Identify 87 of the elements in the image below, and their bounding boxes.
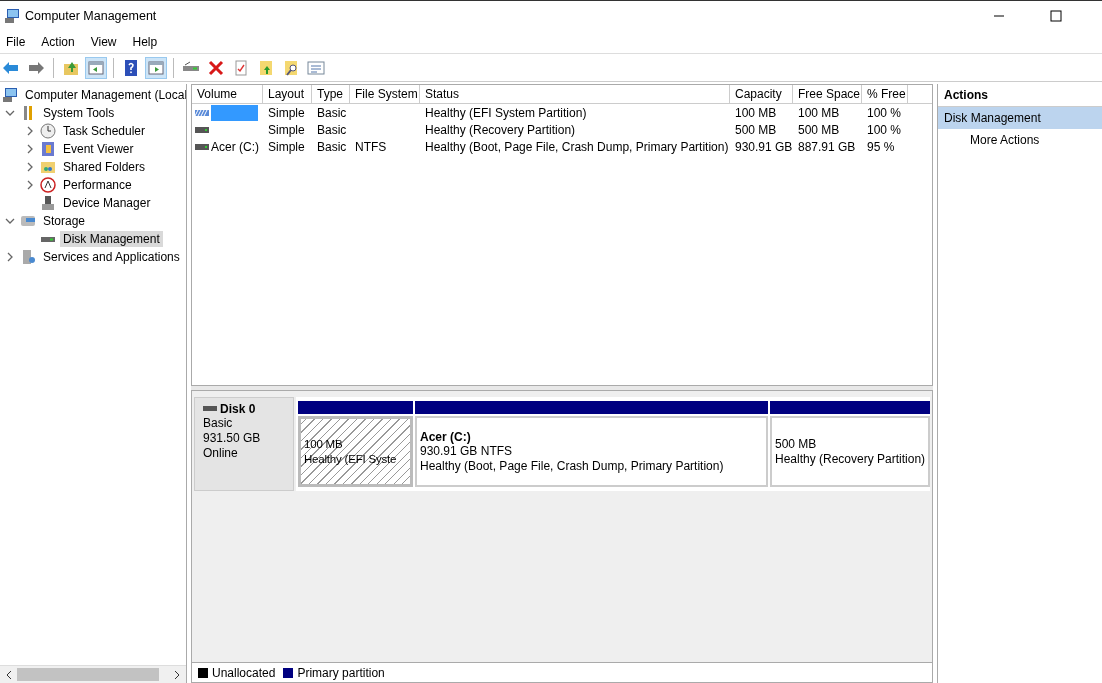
column-header[interactable]: Capacity (730, 85, 793, 103)
table-cell: Acer (C:) (211, 139, 259, 154)
tree-item[interactable]: Computer Management (Local (22, 87, 186, 103)
folder-search-icon (282, 58, 300, 77)
folder-up-icon (257, 58, 275, 77)
table-cell: Basic (317, 105, 347, 120)
table-cell: Basic (317, 139, 347, 154)
partition-size: 100 MB (304, 436, 344, 452)
device-icon (40, 195, 56, 211)
tree-item[interactable]: Shared Folders (60, 159, 149, 175)
partition-size: 500 MB (775, 436, 818, 452)
clock-icon (40, 123, 56, 139)
storage-icon (20, 213, 36, 229)
tree-item[interactable]: Event Viewer (60, 141, 137, 157)
disk-status: Online (203, 446, 239, 461)
disk-size: 931.50 GB (203, 431, 262, 446)
partition-status: Healthy (EFI Syste (304, 451, 398, 467)
tree-pane-icon (87, 58, 105, 77)
column-header[interactable]: Volume (192, 85, 263, 103)
partition-box[interactable]: Acer (C:) 930.91 GB NTFS Healthy (Boot, Page File, Crash Dump, Primary Partition) (415, 416, 768, 487)
scroll-right-icon[interactable] (172, 669, 182, 680)
column-header[interactable]: File System (350, 85, 420, 103)
partition-box[interactable]: 100 MB Healthy (EFI Syste (298, 416, 413, 487)
action-pane-icon (147, 58, 165, 77)
partition-box[interactable]: 500 MB Healthy (Recovery Partition) (770, 416, 930, 487)
partition-size: 930.91 GB NTFS (420, 443, 514, 459)
menu-item[interactable]: Help (132, 35, 158, 49)
gauge-icon (40, 177, 56, 193)
column-header[interactable]: Free Space (793, 85, 862, 103)
computer-icon (4, 8, 20, 24)
list-icon (307, 58, 325, 77)
legend-label: Primary partition (297, 665, 385, 680)
maximize-icon[interactable] (1050, 10, 1062, 22)
tree-item[interactable]: Storage (40, 213, 89, 229)
tree-item[interactable]: Services and Applications (40, 249, 183, 265)
table-cell: NTFS (355, 139, 387, 154)
menu-item[interactable]: File (6, 35, 26, 49)
table-cell: 95 % (867, 139, 895, 154)
delete-icon (207, 58, 225, 77)
drive-icon (195, 141, 209, 152)
services-icon (20, 249, 36, 265)
table-cell: Healthy (Recovery Partition) (425, 122, 576, 137)
column-header[interactable]: Type (312, 85, 350, 103)
menu-item[interactable]: Action (41, 35, 75, 49)
disk-info-panel[interactable]: Disk 0 Basic 931.50 GB Online (194, 397, 294, 491)
actions-title: Actions (944, 88, 988, 102)
scroll-left-icon[interactable] (4, 669, 14, 680)
tree-item[interactable]: Performance (60, 177, 135, 193)
scrollbar-thumb[interactable] (17, 668, 159, 681)
checked-document-icon (232, 58, 250, 77)
drive-icon (195, 124, 209, 135)
tree-item[interactable]: System Tools (40, 105, 118, 121)
table-cell: Healthy (Boot, Page File, Crash Dump, Primary Partition) (425, 139, 729, 154)
tree-item[interactable]: Task Scheduler (60, 123, 149, 139)
disk-type: Basic (203, 416, 234, 431)
table-cell: Simple (268, 139, 305, 154)
table-cell: 930.91 GB (735, 139, 793, 154)
table-cell: 100 % (867, 105, 902, 120)
legend-label: Unallocated (212, 665, 276, 680)
column-header[interactable]: Status (420, 85, 730, 103)
window-title: Computer Management (25, 9, 157, 23)
tree-item[interactable]: Device Manager (60, 195, 154, 211)
table-cell: 500 MB (735, 122, 777, 137)
actions-section-header[interactable]: Disk Management (938, 107, 1102, 129)
table-cell: Simple (268, 105, 305, 120)
log-icon (40, 141, 56, 157)
table-cell: Simple (268, 122, 305, 137)
folder-icon (40, 159, 56, 175)
tree-item[interactable]: Disk Management (60, 231, 163, 247)
column-header[interactable]: Layout (263, 85, 312, 103)
table-cell: Healthy (EFI System Partition) (425, 105, 587, 120)
menu-item[interactable]: View (90, 35, 117, 49)
column-header[interactable]: % Free (862, 85, 908, 103)
table-cell: 887.91 GB (798, 139, 856, 154)
action-link[interactable]: More Actions (938, 129, 1040, 147)
computer-icon (2, 87, 18, 103)
disk-name: Disk 0 (220, 402, 256, 416)
table-cell: 100 MB (798, 105, 840, 120)
help-icon (122, 58, 140, 77)
partition-status: Healthy (Boot, Page File, Crash Dump, Primary Partition) (420, 458, 725, 474)
partition-status: Healthy (Recovery Partition) (775, 451, 925, 467)
table-cell: 500 MB (798, 122, 840, 137)
partition-name: Acer (C:) (420, 429, 472, 444)
table-cell: Basic (317, 122, 347, 137)
striped-volume-icon (195, 107, 209, 118)
table-cell: 100 MB (735, 105, 777, 120)
table-cell: 100 % (867, 122, 902, 137)
